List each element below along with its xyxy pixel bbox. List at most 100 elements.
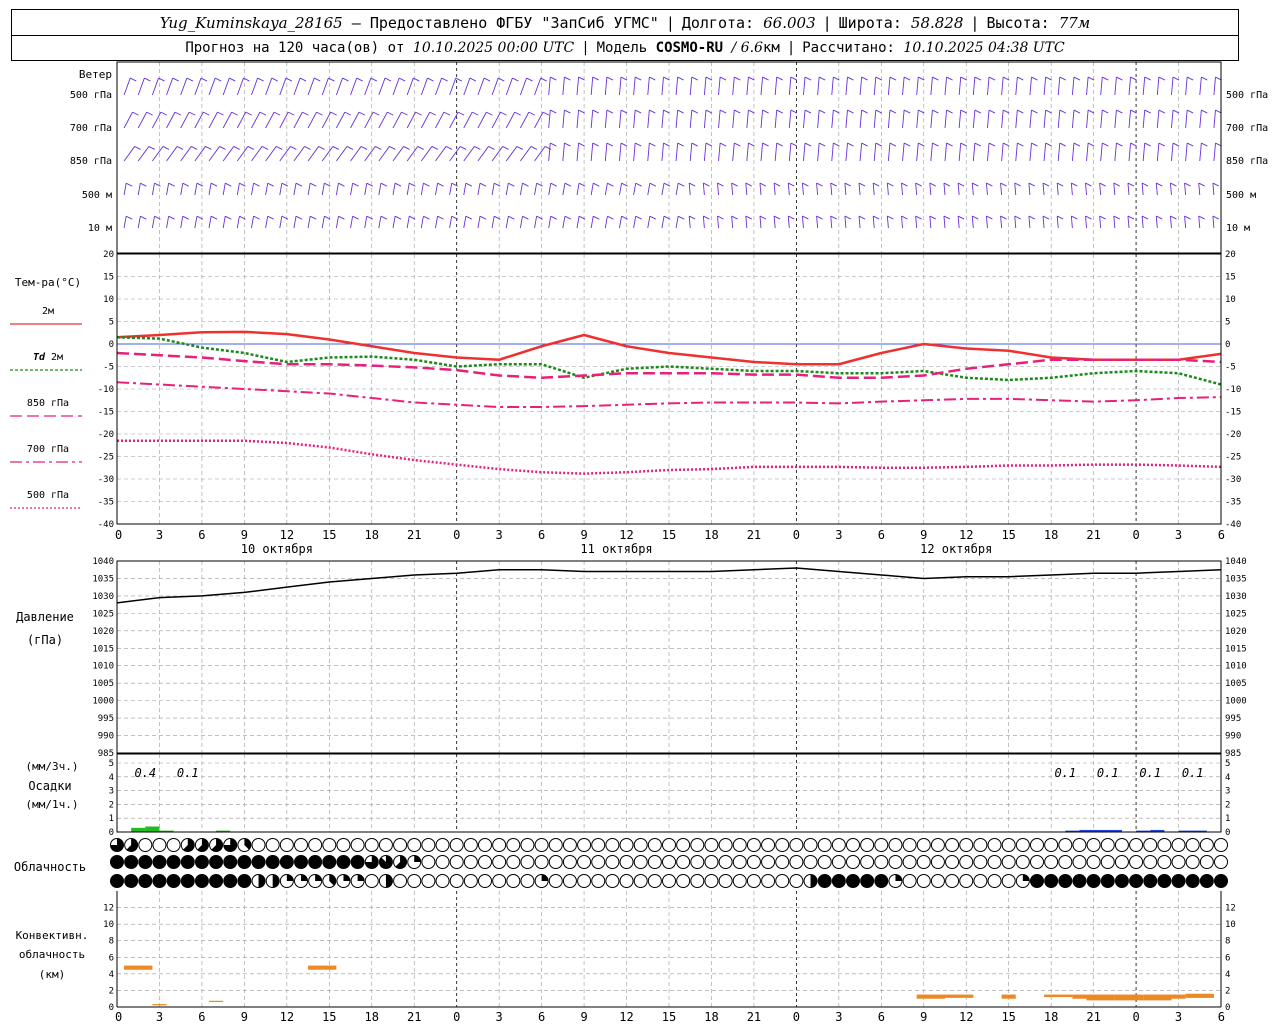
wind-barb-shaft [1042,216,1045,229]
presAx-tick-left: 1030 [92,592,114,602]
cloud-circle [676,838,691,852]
wind-barb-feather [790,109,798,114]
presAx-tick-right: 1000 [1225,697,1247,707]
wind-barb-feather [932,109,939,114]
wind-barb-feather [986,215,993,220]
wind-barb-feather [225,182,232,187]
cloud-circle [860,855,875,869]
hour-label: 0 [793,528,800,542]
precip-bar [145,826,160,832]
wind-barb-feather [918,109,925,114]
cloud-circle [478,838,492,852]
wind-barb-feather [1184,182,1191,187]
cloud-fill [1044,874,1058,888]
hour-label-bottom: 18 [704,1010,718,1024]
hour-label: 6 [1218,528,1225,542]
wind-barb-shaft [703,143,707,162]
wind-barb-feather [578,109,585,114]
wind-barb-feather [1042,182,1050,187]
cloud-circle [789,874,804,888]
cloud-circle [1001,874,1016,888]
wind-barb-shaft [180,77,188,96]
wind-barb-shaft [477,216,481,229]
wind-barb-shaft [985,183,988,196]
wind-barb-shaft [1099,216,1102,229]
wind-barb-shaft [1029,143,1032,162]
day-label: 10 октября [241,542,313,556]
hour-label-bottom: 3 [835,1010,842,1024]
hour-label: 12 [619,528,633,542]
wind-barb-feather [635,215,642,220]
cloud-circle [831,838,846,852]
wind-barb-shaft [731,183,734,196]
wind-barb-feather [1045,142,1052,147]
wind-barb-feather [762,109,769,114]
wind-barb-shaft [321,183,325,196]
cloud-fill [301,874,308,881]
wind-barb-feather [314,77,321,82]
wind-barb-feather [691,142,699,147]
cloud-circle [435,838,450,852]
cloud-circle [506,874,521,888]
wind-barb-shaft [760,77,764,96]
wind-barb-feather [620,142,628,147]
wind-barb-shaft [321,216,325,229]
wind-barb-feather [833,76,840,81]
wind-barb-feather [431,146,439,150]
cloud-circle [1129,838,1144,852]
wind-barb-feather [703,215,710,220]
wind-barb-shaft [420,183,424,196]
wind-barb-feather [550,142,557,147]
wind-barb-shaft [123,77,131,96]
cloud-circle [775,838,790,852]
wind-barb-feather [762,142,769,147]
wind-barb-feather [316,111,323,116]
wind-barb-shaft [661,77,664,96]
wind-barb-feather [427,77,434,82]
cloud-circle [294,838,308,852]
precAx-tick-right: 2 [1225,800,1230,810]
hour-label: 3 [496,528,503,542]
wind-barb-shaft [1100,110,1103,129]
wind-barb-shaft [151,77,159,96]
wind-barb-feather [790,76,798,81]
wind-barb-feather [788,215,795,220]
cloud-fill [315,874,322,881]
wind-barb-shaft [406,216,410,229]
cloud-circle [647,874,662,888]
wind-barb-feather [550,76,557,81]
wind-barb-feather [295,215,303,220]
convAx-tick-right: 2 [1225,986,1230,996]
cloud-circle [1072,838,1087,852]
wind-barb-shaft [675,110,679,129]
wind-barb-feather [1000,215,1007,220]
wind-barb-feather [620,76,628,81]
wind-barb-shaft [463,183,467,196]
wind-barb-feather [804,76,812,81]
convAx-tick-right: 12 [1225,904,1236,914]
wind-barb-feather [516,146,524,150]
wind-barb-shaft [759,216,762,229]
cloud-circle [775,855,790,869]
wind-barb-shaft [392,183,396,196]
wind-barb-feather [205,146,212,150]
wind-barb-feather [176,146,184,150]
hour-label-bottom: 3 [1175,1010,1182,1024]
wind-barb-feather [304,146,311,150]
wind-barb-shaft [576,110,580,129]
wind-barb-feather [1059,142,1067,147]
pressure-title-2: (гПа) [27,633,63,647]
wind-barb-feather [762,76,769,81]
wind-barb-feather [677,76,684,81]
wind-barb-feather [717,215,724,220]
wind-barb-feather [875,109,883,114]
wind-barb-shaft [731,216,734,229]
cloud-fill [167,855,181,869]
cloud-circle [1185,838,1200,852]
cloud-circle [492,855,507,869]
cloud-circle [1030,838,1044,852]
wind-barb-shaft [307,216,311,229]
cloud-circle [860,838,875,852]
wind-barb-feather [1127,182,1135,187]
hour-label: 15 [1001,528,1015,542]
